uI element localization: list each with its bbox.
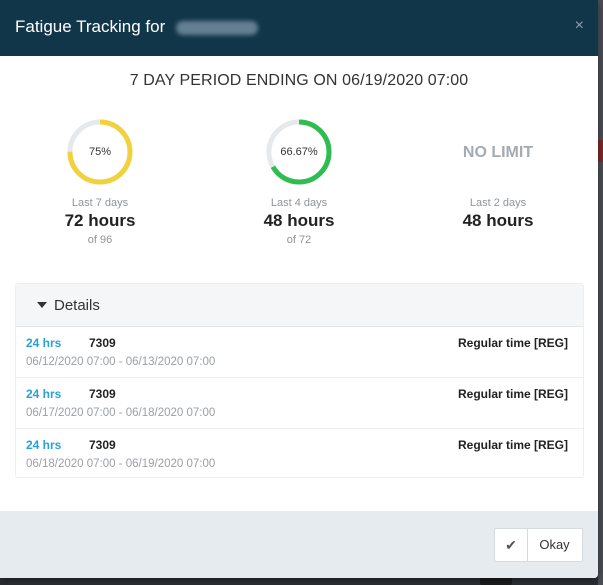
row-id: 7309 bbox=[89, 438, 116, 452]
donut-percent: 66.67% bbox=[280, 146, 318, 158]
modal-footer: ✔ Okay bbox=[0, 511, 598, 578]
modal-header: Fatigue Tracking for × bbox=[0, 0, 598, 56]
row-hours: 24 hrs bbox=[26, 336, 62, 350]
donut-percent: 75% bbox=[88, 146, 112, 158]
background-edge bbox=[598, 0, 603, 585]
stat-hours: 48 hours bbox=[263, 211, 335, 230]
okay-button[interactable]: ✔ Okay bbox=[494, 528, 583, 562]
fatigue-tracking-modal: Fatigue Tracking for × 7 DAY PERIOD ENDI… bbox=[0, 0, 598, 578]
list-item: 24 hrs 7309 Regular time [REG] 06/18/202… bbox=[16, 429, 583, 479]
row-id: 7309 bbox=[89, 387, 116, 401]
redacted-name bbox=[175, 20, 258, 35]
stat-of: of 72 bbox=[286, 234, 312, 246]
list-item: 24 hrs 7309 Regular time [REG] 06/12/202… bbox=[16, 327, 583, 378]
stat-hours: 72 hours bbox=[64, 211, 136, 230]
row-range: 06/17/2020 07:00 - 06/18/2020 07:00 bbox=[26, 407, 216, 419]
stat-last-2-days: NO LIMIT Last 2 days 48 hours bbox=[408, 117, 588, 231]
modal-title-text: Fatigue Tracking for bbox=[15, 17, 166, 36]
donut-chart: 66.67% bbox=[264, 117, 334, 187]
stat-caption: Last 4 days bbox=[270, 197, 328, 209]
row-type: Regular time [REG] bbox=[457, 387, 568, 401]
details-panel: Details 24 hrs 7309 Regular time [REG] 0… bbox=[15, 283, 584, 478]
list-item: 24 hrs 7309 Regular time [REG] 06/17/202… bbox=[16, 378, 583, 429]
row-hours: 24 hrs bbox=[26, 387, 62, 401]
okay-label: Okay bbox=[539, 537, 570, 552]
no-limit-label: NO LIMIT bbox=[462, 144, 534, 161]
period-heading: 7 DAY PERIOD ENDING ON 06/19/2020 07:00 bbox=[129, 72, 469, 89]
row-hours: 24 hrs bbox=[26, 438, 62, 452]
stat-of: of 96 bbox=[87, 234, 113, 246]
check-icon: ✔ bbox=[495, 529, 528, 561]
close-icon[interactable]: × bbox=[575, 18, 584, 34]
background-accent bbox=[598, 140, 603, 162]
stat-last-7-days: 75% Last 7 days 72 hours of 96 bbox=[10, 117, 190, 246]
row-id: 7309 bbox=[89, 336, 116, 350]
details-toggle[interactable]: Details bbox=[16, 284, 583, 327]
stat-hours: 48 hours bbox=[462, 211, 534, 230]
row-range: 06/12/2020 07:00 - 06/13/2020 07:00 bbox=[26, 356, 216, 368]
stat-last-4-days: 66.67% Last 4 days 48 hours of 72 bbox=[209, 117, 389, 246]
stat-caption: Last 7 days bbox=[71, 197, 129, 209]
donut-chart: 75% bbox=[65, 117, 135, 187]
stat-caption: Last 2 days bbox=[469, 197, 527, 209]
modal-title: Fatigue Tracking for bbox=[15, 17, 258, 37]
row-type: Regular time [REG] bbox=[457, 336, 568, 350]
details-label: Details bbox=[54, 297, 100, 314]
caret-down-icon bbox=[37, 302, 47, 308]
row-type: Regular time [REG] bbox=[457, 438, 568, 452]
row-range: 06/18/2020 07:00 - 06/19/2020 07:00 bbox=[26, 458, 216, 470]
